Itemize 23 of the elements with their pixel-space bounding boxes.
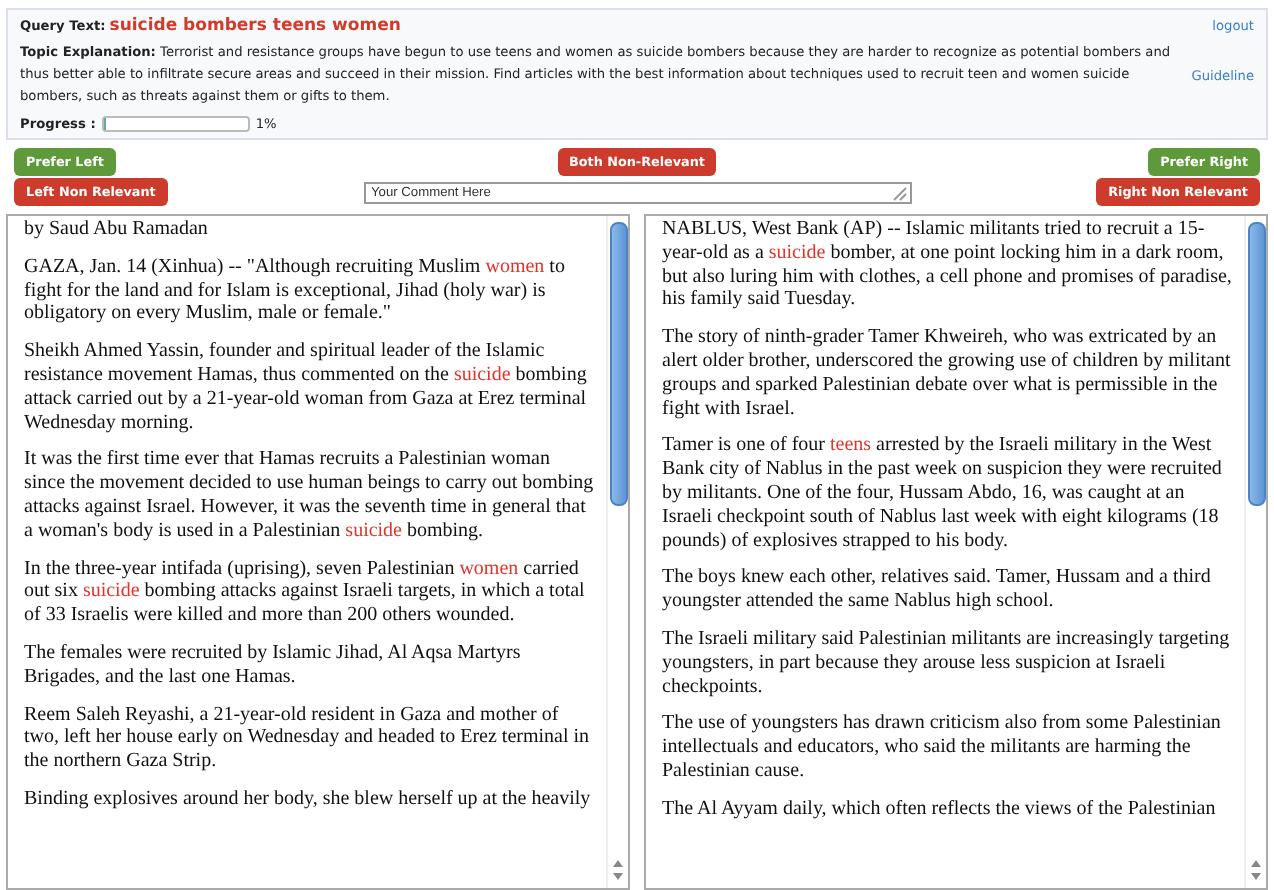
article-paragraph: In the three-year intifada (uprising), seven Palestinian women carried out six suicide bombing attacks against Israeli targets, in which a total of 33 Israelis were killed and more than 200 others wounded. xyxy=(24,557,587,628)
scroll-thumb[interactable] xyxy=(1247,222,1265,506)
article-paragraph: GAZA, Jan. 14 (Xinhua) -- "Although recruiting Muslim women to fight for the land and for Islam is exceptional, Jihad (holy war) is obligatory on every Muslim, male or female." xyxy=(24,255,567,327)
article-paragraph: The Al Ayyam daily, which often reflects the views of the Palestinian xyxy=(662,797,1218,822)
article-paragraph: The use of youngsters has drawn criticism also from some Palestinian intellectuals and educators, who said the militants are harming the Palestinian cause. xyxy=(662,712,1223,784)
article-paragraph: Binding explosives around her body, she blew herself up at the heavily xyxy=(24,787,593,812)
scroll-arrows-icon[interactable] xyxy=(1250,858,1262,882)
article-paragraph: Tamer is one of four teens arrested by the Israeli military in the West Bank city of Nablus in the past week on suspicion they were recruited by militants. One of the four, Hussam Abdo, 16, was caught at an Israeli checkpoint south of Nablus last week with eight kilograms (18 pounds) of explosives strapped to his body. xyxy=(662,434,1224,553)
article-paragraph: It was the first time ever that Hamas recruits a Palestinian woman since the movement decided to use human beings to carry out bombing attacks against Israel. However, it was the seventh time in general that a woman's body is used in a Palestinian suicide bombing. xyxy=(24,448,594,544)
article-paragraph: NABLUS, West Bank (AP) -- Islamic militants tried to recruit a 15-year-old as a suicide bomber, at one point locking him in a dark room, but also luring him with clothes, a cell phone and promises of paradise, his family said Tuesday. xyxy=(662,218,1232,313)
article-paragraph: by Saud Abu Ramadan xyxy=(24,218,210,242)
article-paragraph: The story of ninth-grader Tamer Khweireh, who was extricated by an alert older brother, underscored the growing use of children by militant groups and sparked Palestinian debate over what is permissible in the fight with Israel. xyxy=(662,326,1232,421)
article-paragraph: Sheikh Ahmed Yassin, founder and spiritual leader of the Islamic resistance movement Hamas, thus commented on the suicide bombing attack carried out by a 21-year-old woman from Gaza at Erez terminal Wednesday morning. xyxy=(24,340,589,435)
scrollbar[interactable] xyxy=(1244,216,1266,888)
scrollbar[interactable] xyxy=(606,216,628,888)
article-paragraph: The boys knew each other, relatives said. Tamer, Hussam and a third youngster attended the same Nablus high school. xyxy=(662,566,1213,614)
scroll-arrows-icon[interactable] xyxy=(612,858,624,882)
resize-grip-icon[interactable] xyxy=(889,183,907,201)
article-paragraph: The females were recruited by Islamic Jihad, Al Aqsa Martyrs Brigades, and the last one Hamas. xyxy=(24,641,523,690)
article-paragraph: The Israeli military said Palestinian militants are increasingly targeting youngsters, in part because they arouse less suspicion at Israeli checkpoints. xyxy=(662,627,1232,699)
scroll-thumb[interactable] xyxy=(609,222,627,506)
query-text: suicide bombers teens women xyxy=(109,16,401,36)
article-paragraph: Reem Saleh Reyashi, a 21-year-old resident in Gaza and mother of two, left her house early on Wednesday and headed to Erez terminal in the northern Gaza Strip. xyxy=(24,703,592,774)
